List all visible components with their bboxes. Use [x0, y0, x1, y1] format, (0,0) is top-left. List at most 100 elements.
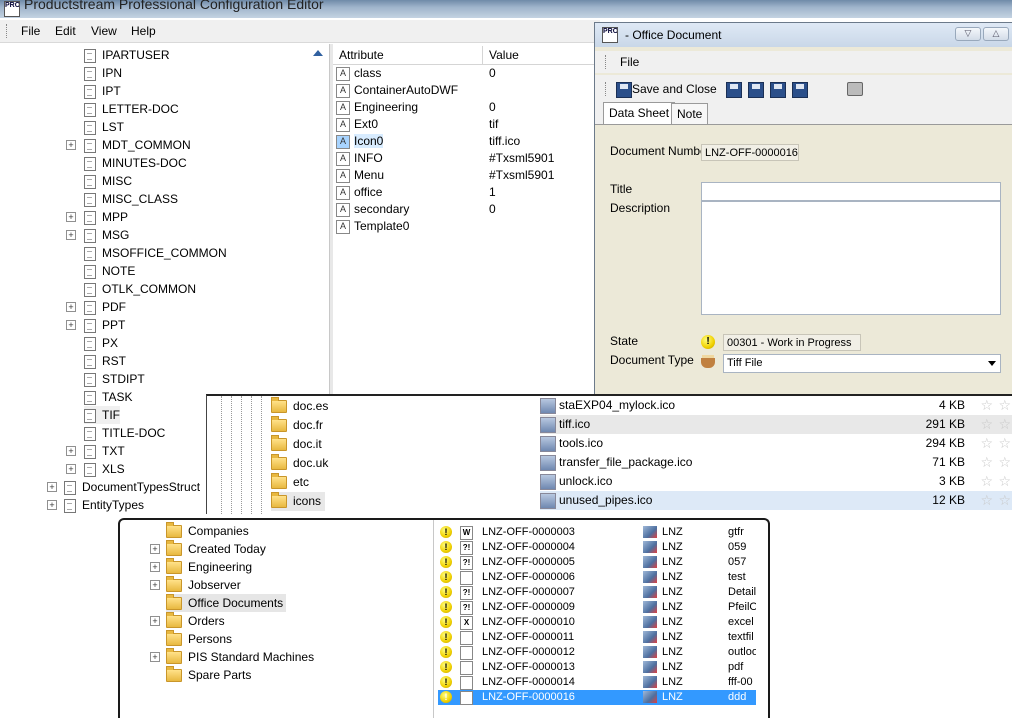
- expand-toggle-icon[interactable]: +: [66, 446, 76, 456]
- save-copy-icon[interactable]: [726, 82, 742, 98]
- tree-root-item[interactable]: EntityTypes: [64, 496, 144, 514]
- tree-item[interactable]: MPP: [84, 208, 128, 226]
- save-all-icon[interactable]: [770, 82, 786, 98]
- tree-item[interactable]: PPT: [84, 316, 125, 334]
- pane-divider[interactable]: [433, 520, 434, 718]
- tree-item[interactable]: TXT: [84, 442, 125, 460]
- main-title-bar[interactable]: PRO Productstream Professional Configura…: [0, 0, 1012, 18]
- menu-view[interactable]: View: [91, 24, 117, 38]
- expand-toggle-icon[interactable]: +: [150, 580, 160, 590]
- file-row[interactable]: unused_pipes.ico 12 KB ☆ ☆: [540, 491, 1012, 510]
- expand-toggle-icon[interactable]: +: [47, 482, 57, 492]
- attribute-row[interactable]: Aclass 0: [336, 65, 595, 82]
- star-icon[interactable]: ☆: [980, 434, 993, 453]
- expand-toggle-icon[interactable]: +: [66, 464, 76, 474]
- tree-item[interactable]: TASK: [84, 388, 132, 406]
- save-new-icon[interactable]: [748, 82, 764, 98]
- document-type-select[interactable]: Tiff File: [723, 354, 1001, 373]
- nav-item[interactable]: Jobserver: [166, 576, 241, 594]
- folder-item[interactable]: doc.uk: [271, 454, 328, 473]
- attribute-row[interactable]: A Engineering 0: [336, 99, 595, 116]
- nav-item[interactable]: Engineering: [166, 558, 252, 576]
- document-number-field[interactable]: LNZ-OFF-0000016: [701, 144, 799, 161]
- nav-item[interactable]: Created Today: [166, 540, 266, 558]
- document-row[interactable]: ! LNZ-OFF-0000011 LNZ textfil: [438, 630, 756, 645]
- menu-help[interactable]: Help: [131, 24, 156, 38]
- title-field[interactable]: [701, 182, 1001, 201]
- attribute-row[interactable]: Asecondary 0: [336, 201, 595, 218]
- tree-item[interactable]: MSG: [84, 226, 129, 244]
- tab-data-sheet[interactable]: Data Sheet: [603, 102, 676, 125]
- document-row[interactable]: ! LNZ-OFF-0000013 LNZ pdf: [438, 660, 756, 675]
- file-row[interactable]: unlock.ico 3 KB ☆ ☆: [540, 472, 1012, 491]
- tree-item[interactable]: TIF: [84, 406, 120, 424]
- tree-item[interactable]: IPARTUSER: [84, 46, 170, 64]
- star-icon[interactable]: ☆: [998, 491, 1011, 510]
- tree-item[interactable]: MDT_COMMON: [84, 136, 191, 154]
- document-row[interactable]: ! W LNZ-OFF-0000003 LNZ gtfr: [438, 525, 756, 540]
- tab-note[interactable]: Note: [671, 103, 709, 124]
- attribute-row[interactable]: A Menu #Txsml5901: [336, 167, 595, 184]
- tree-item[interactable]: LST: [84, 118, 124, 136]
- star-icon[interactable]: ☆: [980, 472, 993, 491]
- star-icon[interactable]: ☆: [980, 396, 993, 415]
- file-row[interactable]: staEXP04_mylock.ico 4 KB ☆ ☆: [540, 396, 1012, 415]
- file-row[interactable]: tools.ico 294 KB ☆ ☆: [540, 434, 1012, 453]
- expand-toggle-icon[interactable]: +: [66, 320, 76, 330]
- document-row[interactable]: !?! LNZ-OFF-0000009 LNZ PfeilO: [438, 600, 756, 615]
- column-separator[interactable]: [482, 46, 483, 64]
- folder-item[interactable]: doc.it: [271, 435, 322, 454]
- tree-item[interactable]: MISC_CLASS: [84, 190, 178, 208]
- expand-toggle-icon[interactable]: +: [150, 562, 160, 572]
- tree-item[interactable]: LETTER-DOC: [84, 100, 179, 118]
- star-icon[interactable]: ☆: [980, 491, 993, 510]
- attribute-row[interactable]: A Ext0 tif: [336, 116, 595, 133]
- tree-item[interactable]: XLS: [84, 460, 125, 478]
- column-header-value[interactable]: Value: [489, 48, 519, 62]
- expand-toggle-icon[interactable]: +: [47, 500, 57, 510]
- document-row[interactable]: ! LNZ-OFF-0000014 LNZ fff-00: [438, 675, 756, 690]
- save-close-icon[interactable]: [792, 82, 808, 98]
- document-row[interactable]: ! LNZ-OFF-0000006 LNZ test: [438, 570, 756, 585]
- star-icon[interactable]: ☆: [998, 434, 1011, 453]
- description-field[interactable]: [701, 201, 1001, 315]
- tree-item[interactable]: IPN: [84, 64, 122, 82]
- expand-toggle-icon[interactable]: +: [150, 544, 160, 554]
- document-row[interactable]: !?! LNZ-OFF-0000005 LNZ 057: [438, 555, 756, 570]
- tree-item[interactable]: PX: [84, 334, 118, 352]
- folder-item[interactable]: etc: [271, 473, 309, 492]
- dialog-title-bar[interactable]: PRO - Office Document ▽ △: [595, 23, 1012, 47]
- expand-toggle-icon[interactable]: +: [150, 616, 160, 626]
- document-row[interactable]: ! LNZ-OFF-0000012 LNZ outloo: [438, 645, 756, 660]
- file-row[interactable]: tiff.ico 291 KB ☆ ☆: [540, 415, 1012, 434]
- tree-item[interactable]: RST: [84, 352, 126, 370]
- tree-item[interactable]: OTLK_COMMON: [84, 280, 196, 298]
- tree-item[interactable]: PDF: [84, 298, 126, 316]
- document-row[interactable]: !?! LNZ-OFF-0000004 LNZ 059: [438, 540, 756, 555]
- star-icon[interactable]: ☆: [998, 396, 1011, 415]
- folder-item[interactable]: icons: [271, 492, 326, 511]
- tree-item[interactable]: MISC: [84, 172, 132, 190]
- nav-item[interactable]: Office Documents: [166, 594, 287, 612]
- print-icon[interactable]: [847, 82, 863, 96]
- star-icon[interactable]: ☆: [980, 453, 993, 472]
- attribute-row[interactable]: A ContainerAutoDWF: [336, 82, 595, 99]
- column-header-attribute[interactable]: Attribute: [339, 48, 384, 62]
- star-icon[interactable]: ☆: [998, 453, 1011, 472]
- expand-toggle-icon[interactable]: +: [66, 230, 76, 240]
- tree-item[interactable]: MSOFFICE_COMMON: [84, 244, 227, 262]
- expand-toggle-icon[interactable]: +: [150, 652, 160, 662]
- tree-item[interactable]: TITLE-DOC: [84, 424, 165, 442]
- expand-toggle-icon[interactable]: +: [66, 302, 76, 312]
- star-icon[interactable]: ☆: [998, 415, 1011, 434]
- menu-file[interactable]: File: [21, 24, 40, 38]
- tree-item[interactable]: MINUTES-DOC: [84, 154, 187, 172]
- document-row[interactable]: !?! LNZ-OFF-0000007 LNZ Detail: [438, 585, 756, 600]
- star-icon[interactable]: ☆: [980, 415, 993, 434]
- dialog-menu-file[interactable]: File: [620, 55, 639, 69]
- menu-edit[interactable]: Edit: [55, 24, 76, 38]
- tree-root-item[interactable]: DocumentTypesStruct: [64, 478, 200, 496]
- nav-item[interactable]: Spare Parts: [166, 666, 251, 684]
- document-row[interactable]: ! X LNZ-OFF-0000010 LNZ excel: [438, 615, 756, 630]
- nav-item[interactable]: Companies: [166, 522, 249, 540]
